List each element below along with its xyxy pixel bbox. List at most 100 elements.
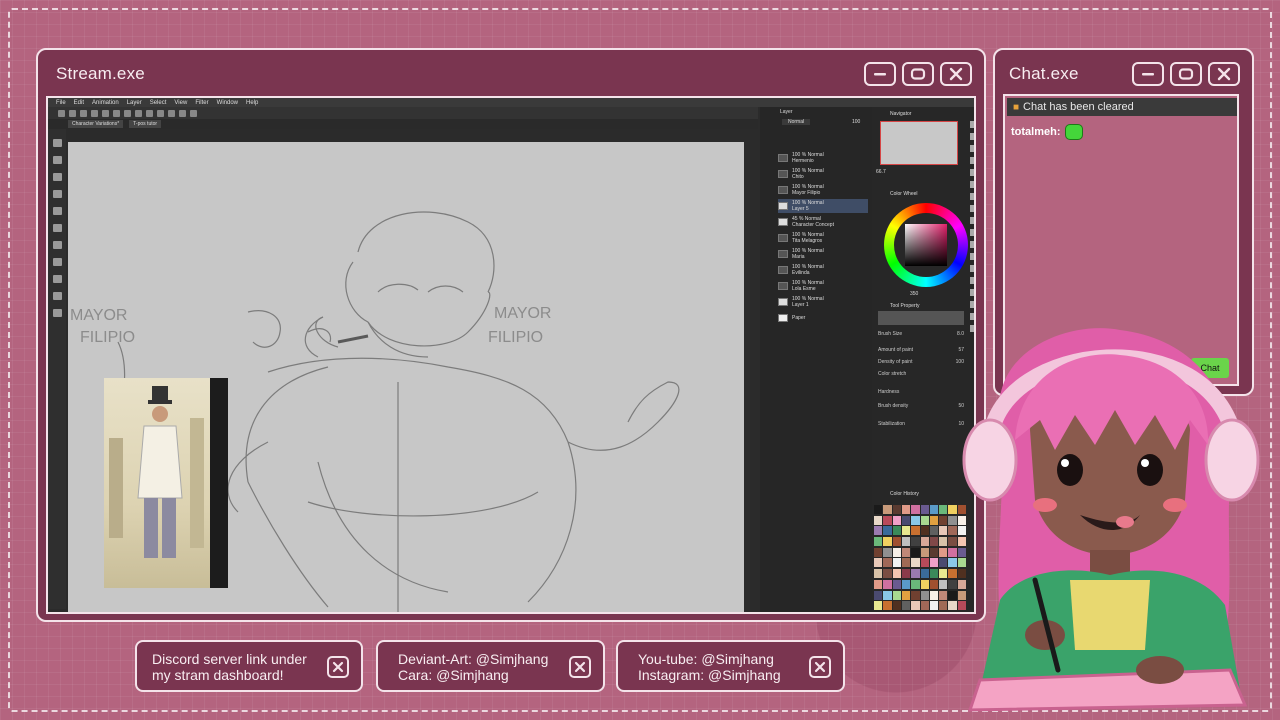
prop-stabilization[interactable]: Stabilization 10 <box>878 421 964 431</box>
color-swatch[interactable] <box>892 515 901 525</box>
color-swatch[interactable] <box>892 558 901 568</box>
search-icon[interactable] <box>970 121 974 128</box>
color-swatch[interactable] <box>948 537 957 547</box>
color-swatch[interactable] <box>874 505 883 514</box>
color-swatch[interactable] <box>948 579 957 589</box>
tab-character-variations[interactable]: Character Variations* <box>68 120 124 128</box>
color-swatch[interactable] <box>939 537 948 547</box>
new-icon[interactable] <box>58 109 65 117</box>
color-swatch[interactable] <box>901 590 911 600</box>
color-swatch[interactable] <box>939 569 948 579</box>
color-swatch[interactable] <box>948 505 957 514</box>
color-swatch[interactable] <box>901 515 911 525</box>
color-swatch[interactable] <box>929 558 939 568</box>
color-swatch[interactable] <box>901 569 911 579</box>
menu-edit[interactable]: Edit <box>74 100 84 106</box>
select-icon[interactable] <box>146 109 153 117</box>
prop-brush-size[interactable]: Brush Size 8.0 <box>878 331 964 341</box>
close-button[interactable] <box>940 62 972 86</box>
color-swatch[interactable] <box>920 526 929 536</box>
text-icon[interactable] <box>970 301 974 308</box>
color-swatch[interactable] <box>948 558 957 568</box>
menu-select[interactable]: Select <box>150 100 167 106</box>
color-swatch[interactable] <box>883 515 892 525</box>
color-swatch[interactable] <box>892 526 901 536</box>
color-swatch[interactable] <box>874 537 883 547</box>
hand-icon[interactable] <box>970 133 974 140</box>
chat-username[interactable]: totalmeh: <box>1011 126 1061 138</box>
color-swatch[interactable] <box>948 590 957 600</box>
clear-icon[interactable] <box>113 109 120 117</box>
move-tool-icon[interactable] <box>52 156 62 164</box>
color-swatch[interactable] <box>901 547 911 557</box>
color-swatch[interactable] <box>920 547 929 557</box>
color-swatch[interactable] <box>911 558 920 568</box>
color-swatch[interactable] <box>874 526 883 536</box>
color-swatch[interactable] <box>948 547 957 557</box>
layer-row[interactable]: 100 % Normal Hermenio <box>778 151 868 165</box>
color-swatch[interactable] <box>892 569 901 579</box>
color-swatch[interactable] <box>883 537 892 547</box>
color-swatch[interactable] <box>883 579 892 589</box>
color-swatch[interactable] <box>929 505 939 514</box>
color-swatch[interactable] <box>911 601 920 611</box>
color-swatch[interactable] <box>892 579 901 589</box>
color-swatch[interactable] <box>874 547 883 557</box>
info-close-button[interactable] <box>809 656 831 678</box>
color-swatch[interactable] <box>948 526 957 536</box>
shape-icon[interactable] <box>970 289 974 296</box>
color-swatch[interactable] <box>948 601 957 611</box>
color-swatch[interactable] <box>939 590 948 600</box>
layer-row[interactable]: 100 % Normal Tita Melagros <box>778 231 868 245</box>
menu-layer[interactable]: Layer <box>127 100 142 106</box>
color-swatch[interactable] <box>911 569 920 579</box>
brush-tool-icon[interactable] <box>52 258 62 266</box>
snap-icon[interactable] <box>168 109 175 117</box>
color-swatch[interactable] <box>939 579 948 589</box>
color-swatch[interactable] <box>911 590 920 600</box>
color-swatch[interactable] <box>920 579 929 589</box>
reference-image[interactable] <box>104 378 228 588</box>
color-swatch[interactable] <box>874 601 883 611</box>
operation-tool-icon[interactable] <box>52 173 62 181</box>
menu-view[interactable]: View <box>174 100 187 106</box>
color-swatch[interactable] <box>892 505 901 514</box>
color-swatch[interactable] <box>929 537 939 547</box>
layer-row-selected[interactable]: 100 % Normal Layer 5 <box>778 199 868 213</box>
menu-help[interactable]: Help <box>246 100 258 106</box>
color-swatch[interactable] <box>901 558 911 568</box>
close-button[interactable] <box>1208 62 1240 86</box>
ruler-icon[interactable] <box>179 109 186 117</box>
eraser-icon[interactable] <box>970 253 974 260</box>
minimize-button[interactable] <box>864 62 896 86</box>
color-swatch[interactable] <box>883 601 892 611</box>
color-swatch[interactable] <box>901 601 911 611</box>
color-swatch[interactable] <box>883 590 892 600</box>
color-swatch[interactable] <box>911 537 920 547</box>
transform-icon[interactable] <box>135 109 142 117</box>
color-swatch[interactable] <box>929 515 939 525</box>
layer-row[interactable]: 100 % Normal Mayor Filipio <box>778 183 868 197</box>
color-swatch[interactable] <box>939 515 948 525</box>
info-close-button[interactable] <box>327 656 349 678</box>
blend-tool-icon[interactable] <box>52 292 62 300</box>
color-swatch[interactable] <box>901 526 911 536</box>
color-swatch[interactable] <box>874 515 883 525</box>
info-close-button[interactable] <box>569 656 591 678</box>
grid-icon[interactable] <box>190 109 197 117</box>
color-swatch[interactable] <box>929 601 939 611</box>
color-square[interactable] <box>905 224 947 266</box>
layer-row[interactable]: 100 % Normal Maria <box>778 247 868 261</box>
menu-file[interactable]: File <box>56 100 66 106</box>
menu-window[interactable]: Window <box>217 100 238 106</box>
redo-icon[interactable] <box>102 109 109 117</box>
blend-mode-select[interactable]: Normal <box>782 119 811 125</box>
prop-amount-of-paint[interactable]: Amount of paint 57 <box>878 347 964 357</box>
color-swatch[interactable] <box>920 515 929 525</box>
bucket-icon[interactable] <box>970 265 974 272</box>
color-swatch[interactable] <box>911 579 920 589</box>
eyedropper-tool-icon[interactable] <box>52 207 62 215</box>
color-swatch[interactable] <box>920 601 929 611</box>
gradient-icon[interactable] <box>970 277 974 284</box>
menu-filter[interactable]: Filter <box>195 100 208 106</box>
